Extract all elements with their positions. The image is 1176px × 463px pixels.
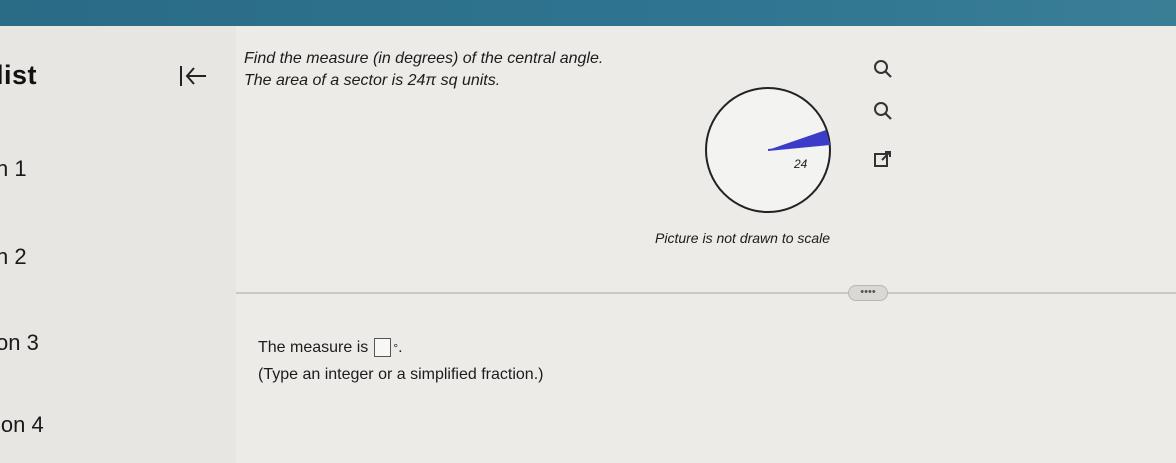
sidebar-item-question-1[interactable]: n 1 <box>0 156 27 182</box>
question-list-title: list <box>0 60 38 90</box>
more-button[interactable]: •••• <box>848 285 888 301</box>
zoom-out-icon <box>874 102 892 120</box>
popout-icon <box>874 151 891 167</box>
figure-note: Picture is not drawn to scale <box>655 230 831 246</box>
popout-button[interactable] <box>870 146 896 172</box>
collapse-panel-button[interactable] <box>176 62 210 90</box>
answer-prefix: The measure is <box>258 338 369 356</box>
zoom-in-button[interactable] <box>870 56 896 82</box>
top-bar <box>0 0 1176 26</box>
zoom-out-button[interactable] <box>870 98 896 124</box>
sector-figure: 24 <box>705 87 831 213</box>
sidebar-item-question-2[interactable]: n 2 <box>0 244 27 270</box>
question-given: The area of a sector is 24π sq units. <box>244 72 501 89</box>
section-divider <box>236 292 1176 294</box>
radius-label: 24 <box>793 157 808 171</box>
zoom-in-icon <box>874 60 892 78</box>
question-prompt: Find the measure (in degrees) of the cen… <box>244 50 604 67</box>
question-text: Find the measure (in degrees) of the cen… <box>244 48 603 92</box>
sidebar-item-question-4[interactable]: ion 4 <box>0 412 44 438</box>
collapse-left-icon <box>180 66 206 86</box>
answer-hint: (Type an integer or a simplified fractio… <box>258 366 544 383</box>
question-list-panel <box>0 26 236 463</box>
answer-input[interactable] <box>374 338 392 357</box>
sidebar-item-question-3[interactable]: on 3 <box>0 330 39 356</box>
answer-suffix: . <box>398 338 403 356</box>
answer-line: The measure is ° . <box>258 338 403 357</box>
